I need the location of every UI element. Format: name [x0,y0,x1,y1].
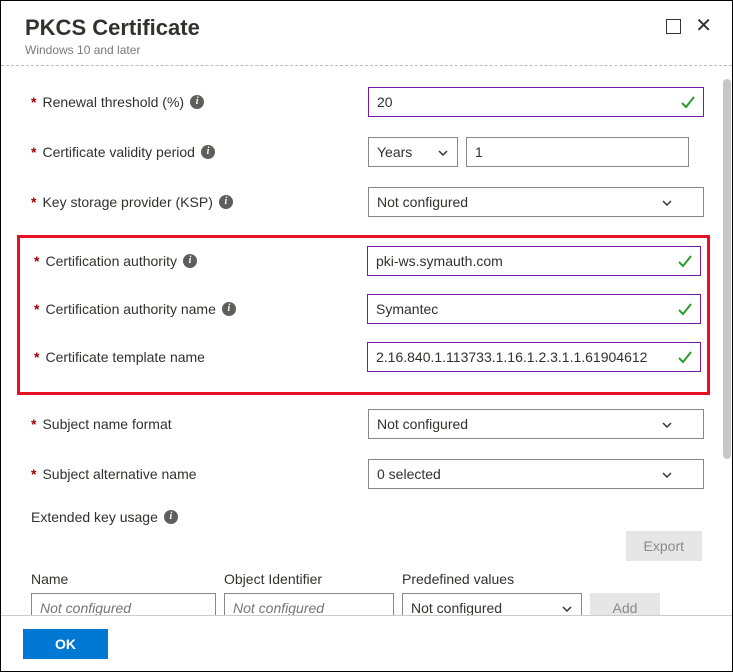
info-icon[interactable] [183,254,197,268]
row-ca-name: * Certification authority name [26,294,701,324]
row-validity-period: * Certificate validity period Years [23,137,704,167]
ok-button[interactable]: OK [23,629,108,659]
eku-name-col: Name [31,571,216,589]
ca-name-label: Certification authority name [45,301,215,317]
required-marker: * [34,301,39,317]
add-button[interactable]: Add [590,593,660,615]
eku-name-input[interactable] [31,593,216,615]
row-ksp: * Key storage provider (KSP) Not configu… [23,187,704,217]
row-template-name: * Certificate template name [26,342,701,372]
row-subject-format: * Subject name format Not configured [23,409,704,439]
chevron-down-icon [661,196,673,208]
check-icon [677,349,693,365]
maximize-icon[interactable] [666,19,681,34]
required-marker: * [31,94,36,110]
eku-predef-select[interactable]: Not configured [402,593,582,615]
export-button[interactable]: Export [626,531,702,561]
dialog-subtitle: Windows 10 and later [25,43,200,57]
chevron-down-icon [661,418,673,430]
dialog-footer: OK [1,615,732,671]
required-marker: * [31,194,36,210]
chevron-down-icon [437,146,449,158]
validity-period-label: Certificate validity period [42,144,195,160]
renewal-threshold-input[interactable] [368,87,704,117]
san-select[interactable]: 0 selected [368,459,704,489]
eku-label-text: Extended key usage [31,509,158,525]
form-body: * Renewal threshold (%) * Certificate va… [1,69,724,615]
subject-format-select[interactable]: Not configured [368,409,704,439]
check-icon [680,94,696,110]
subject-format-value: Not configured [377,416,468,432]
row-san: * Subject alternative name 0 selected [23,459,704,489]
scrollbar[interactable] [723,69,731,615]
info-icon[interactable] [222,302,236,316]
required-marker: * [31,144,36,160]
ca-input[interactable] [367,246,701,276]
validity-unit-select[interactable]: Years [368,137,458,167]
ca-name-input[interactable] [367,294,701,324]
san-value: 0 selected [377,466,441,482]
scrollbar-thumb[interactable] [723,79,731,459]
ksp-label: Key storage provider (KSP) [42,194,212,210]
info-icon[interactable] [164,510,178,524]
row-ca: * Certification authority [26,246,701,276]
info-icon[interactable] [190,95,204,109]
eku-predef-col: Predefined values [402,571,582,589]
chevron-down-icon [661,468,673,480]
check-icon [677,301,693,317]
info-icon[interactable] [201,145,215,159]
required-marker: * [34,349,39,365]
eku-predef-value: Not configured [411,600,502,615]
row-renewal-threshold: * Renewal threshold (%) [23,87,704,117]
required-marker: * [31,416,36,432]
validity-value-input[interactable] [466,137,689,167]
check-icon [677,253,693,269]
required-marker: * [34,253,39,269]
validity-unit-value: Years [377,144,412,160]
chevron-down-icon [561,602,573,614]
close-icon[interactable]: ✕ [695,19,712,34]
required-marker: * [31,466,36,482]
template-name-label: Certificate template name [45,349,205,365]
dialog-header: PKCS Certificate Windows 10 and later ✕ [1,1,732,66]
subject-format-label: Subject name format [42,416,171,432]
template-name-input[interactable] [367,342,701,372]
highlight-box: * Certification authority * [17,235,710,395]
renewal-threshold-label: Renewal threshold (%) [42,94,184,110]
san-label: Subject alternative name [42,466,196,482]
eku-row: Name Object Identifier Predefined values… [23,571,704,615]
info-icon[interactable] [219,195,233,209]
eku-oid-input[interactable] [224,593,394,615]
ca-label: Certification authority [45,253,177,269]
dialog-title: PKCS Certificate [25,15,200,41]
eku-section-label: Extended key usage [23,509,704,525]
ksp-select[interactable]: Not configured [368,187,704,217]
ksp-value: Not configured [377,194,468,210]
eku-oid-col: Object Identifier [224,571,394,589]
